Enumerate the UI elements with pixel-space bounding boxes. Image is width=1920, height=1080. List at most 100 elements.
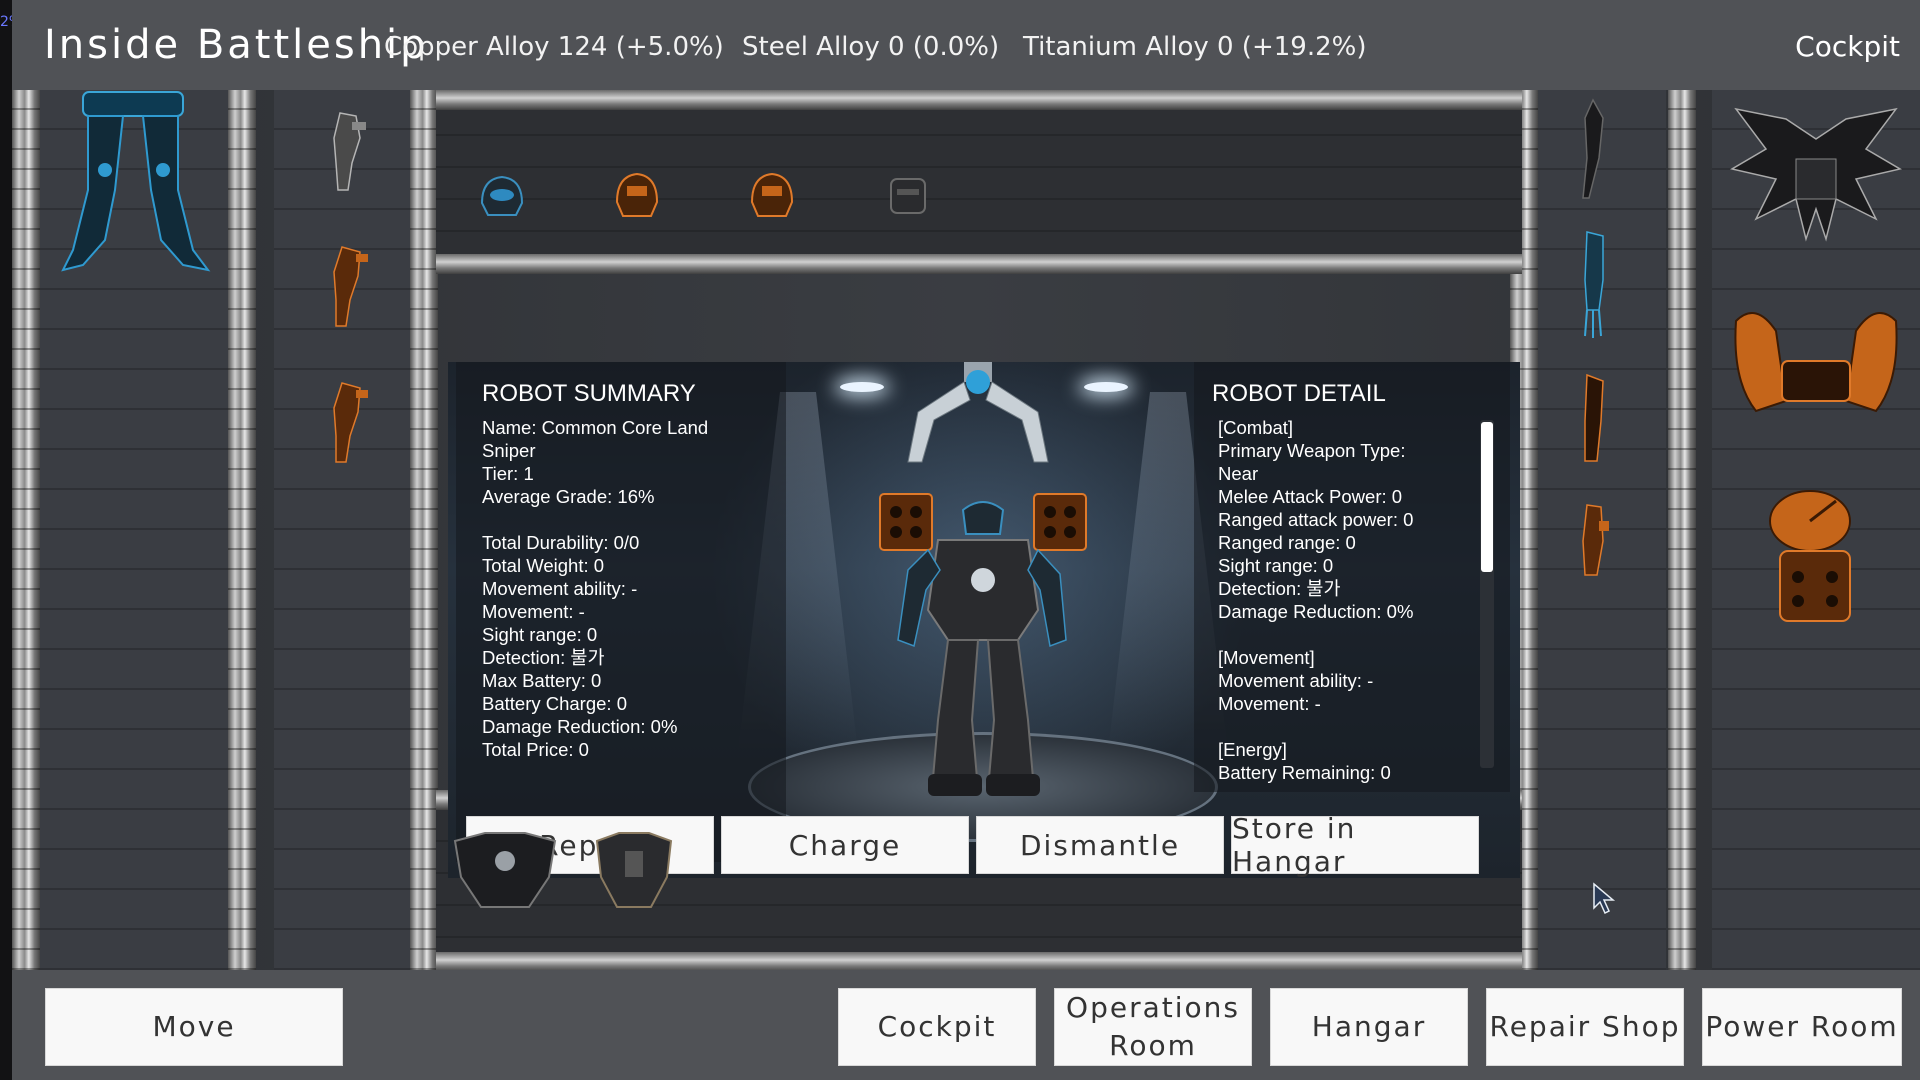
summary-line: Movement: - [482, 601, 585, 622]
support-pillar [1668, 90, 1696, 970]
titanium-alloy-counter: Titanium Alloy 0 (+19.2%) [1023, 32, 1367, 62]
charge-button[interactable]: Charge [721, 816, 969, 874]
bottom-nav-bar: Move Cockpit Operations Room Hangar Repa… [12, 970, 1920, 1080]
black-torso-icon [453, 832, 557, 908]
detail-line: Movement ability: - [1218, 670, 1374, 691]
hangar-nav-button[interactable]: Hangar [1270, 988, 1468, 1066]
support-pillar [228, 90, 256, 970]
orange-arm-part-slot[interactable] [312, 242, 382, 332]
detail-line: Ranged range: 0 [1218, 532, 1356, 553]
orange-arm-part-3-slot[interactable] [1558, 366, 1628, 476]
detail-line: [Movement] [1218, 647, 1315, 668]
summary-line: Detection: 불가 [482, 647, 605, 668]
robot-detail-title: ROBOT DETAIL [1212, 380, 1386, 407]
power-room-nav-button[interactable]: Power Room [1702, 988, 1902, 1066]
detail-line: Battery Remaining: 0 [1218, 762, 1391, 783]
summary-line: Total Price: 0 [482, 739, 589, 760]
detail-line: Primary Weapon Type: [1218, 440, 1406, 461]
move-button[interactable]: Move [45, 988, 343, 1066]
detail-line: Damage Reduction: 0% [1218, 601, 1414, 622]
detail-line: [Energy] [1218, 739, 1287, 760]
assembly-claw-icon [907, 362, 1049, 463]
current-location-label: Cockpit [1795, 30, 1900, 63]
steel-alloy-counter: Steel Alloy 0 (0.0%) [742, 32, 1000, 62]
assembled-robot-icon [879, 493, 1087, 796]
summary-line: Battery Charge: 0 [482, 693, 627, 714]
orange-gun-arm-icon [1582, 504, 1609, 576]
left-arm-column [274, 90, 414, 970]
dismantle-button[interactable]: Dismantle [976, 816, 1224, 874]
summary-line: Average Grade: 16% [482, 486, 655, 507]
robot-summary-title: ROBOT SUMMARY [482, 380, 696, 407]
summary-line: Total Weight: 0 [482, 555, 605, 576]
gray-arm-icon [333, 112, 366, 191]
orange-arm-part-2-slot[interactable] [312, 378, 382, 468]
gray-arm-part-slot[interactable] [312, 108, 382, 198]
operations-room-label-line1: Operations [1066, 991, 1240, 1024]
blue-head-icon [480, 175, 524, 216]
summary-line: Damage Reduction: 0% [482, 716, 678, 737]
black-wing-pack-icon [1729, 107, 1903, 242]
orange-head-icon [750, 172, 794, 217]
support-pillar [12, 90, 40, 970]
blue-claw-arm-part-slot[interactable] [1558, 230, 1628, 340]
orange-arm-icon [333, 246, 368, 327]
dark-head-icon [890, 178, 926, 214]
black-wing-pack-part-slot[interactable] [1724, 94, 1908, 254]
detail-scroll-thumb[interactable] [1481, 422, 1493, 572]
repair-shop-nav-button[interactable]: Repair Shop [1486, 988, 1684, 1066]
orange-head-part-2-slot[interactable] [744, 166, 800, 224]
orange-arm-icon [333, 382, 368, 463]
detail-line: [Combat] [1218, 417, 1294, 438]
top-bar: Inside Battleship Copper Alloy 124 (+5.0… [12, 0, 1920, 90]
detail-line: Sight range: 0 [1218, 555, 1334, 576]
orange-gun-arm-part-slot[interactable] [1558, 496, 1628, 586]
hangar-bay: ROBOT SUMMARY Name: Common Core Land Sni… [12, 90, 1920, 972]
operations-room-label-line2: Room [1109, 1029, 1197, 1062]
black-blade-arm-part-slot[interactable] [1558, 96, 1628, 206]
blue-head-part-slot[interactable] [474, 168, 530, 224]
shelf-rail [436, 952, 1522, 972]
ceiling-light [1084, 382, 1128, 392]
page-title: Inside Battleship [44, 22, 429, 68]
detail-spacer [1212, 715, 1496, 738]
dark-head-part-slot[interactable] [880, 168, 936, 224]
detail-spacer [1212, 623, 1496, 646]
head-shelf [436, 104, 1522, 254]
orange-radar-pack-icon [1769, 490, 1851, 622]
detail-line: Near [1218, 463, 1259, 484]
detail-line: Melee Attack Power: 0 [1218, 486, 1403, 507]
robot-detail-panel[interactable]: ROBOT DETAIL [Combat] Primary Weapon Typ… [1194, 362, 1510, 792]
cockpit-nav-button[interactable]: Cockpit [838, 988, 1036, 1066]
summary-line: Sight range: 0 [482, 624, 598, 645]
left-edge-strip: 2%) [0, 0, 28, 1080]
legs-part-slot[interactable] [38, 90, 228, 280]
store-in-hangar-button[interactable]: Store in Hangar [1231, 812, 1479, 878]
robot-legs-icon [61, 91, 211, 272]
orange-head-part-slot[interactable] [609, 166, 665, 224]
robot-assembly-view: ROBOT SUMMARY Name: Common Core Land Sni… [448, 362, 1520, 878]
black-blade-arm-icon [1582, 98, 1604, 199]
summary-line: Sniper [482, 440, 536, 461]
summary-line: Tier: 1 [482, 463, 534, 484]
black-torso-part-slot[interactable] [440, 822, 570, 922]
summary-line: Movement ability: - [482, 578, 638, 599]
robot-summary-panel: ROBOT SUMMARY Name: Common Core Land Sni… [456, 362, 786, 862]
orange-shield-pack-icon [1734, 312, 1898, 413]
summary-line: Max Battery: 0 [482, 670, 602, 691]
orange-radar-pack-part-slot[interactable] [1724, 476, 1908, 636]
detail-scrollbar[interactable] [1480, 420, 1494, 768]
shelf-rail [436, 90, 1522, 110]
detail-line: Detection: 불가 [1218, 578, 1341, 599]
summary-spacer [482, 508, 760, 531]
mouse-cursor-icon [1593, 882, 1616, 915]
summary-line: Name: Common Core Land [482, 417, 709, 438]
orange-shield-pack-part-slot[interactable] [1724, 296, 1908, 446]
dark-torso-part-slot[interactable] [584, 822, 684, 922]
detail-line: Movement: - [1218, 693, 1321, 714]
operations-room-nav-button[interactable]: Operations Room [1054, 988, 1252, 1066]
summary-line: Total Durability: 0/0 [482, 532, 640, 553]
orange-head-icon [615, 172, 659, 217]
support-pillar [410, 90, 438, 970]
orange-arm-icon [1584, 373, 1604, 462]
